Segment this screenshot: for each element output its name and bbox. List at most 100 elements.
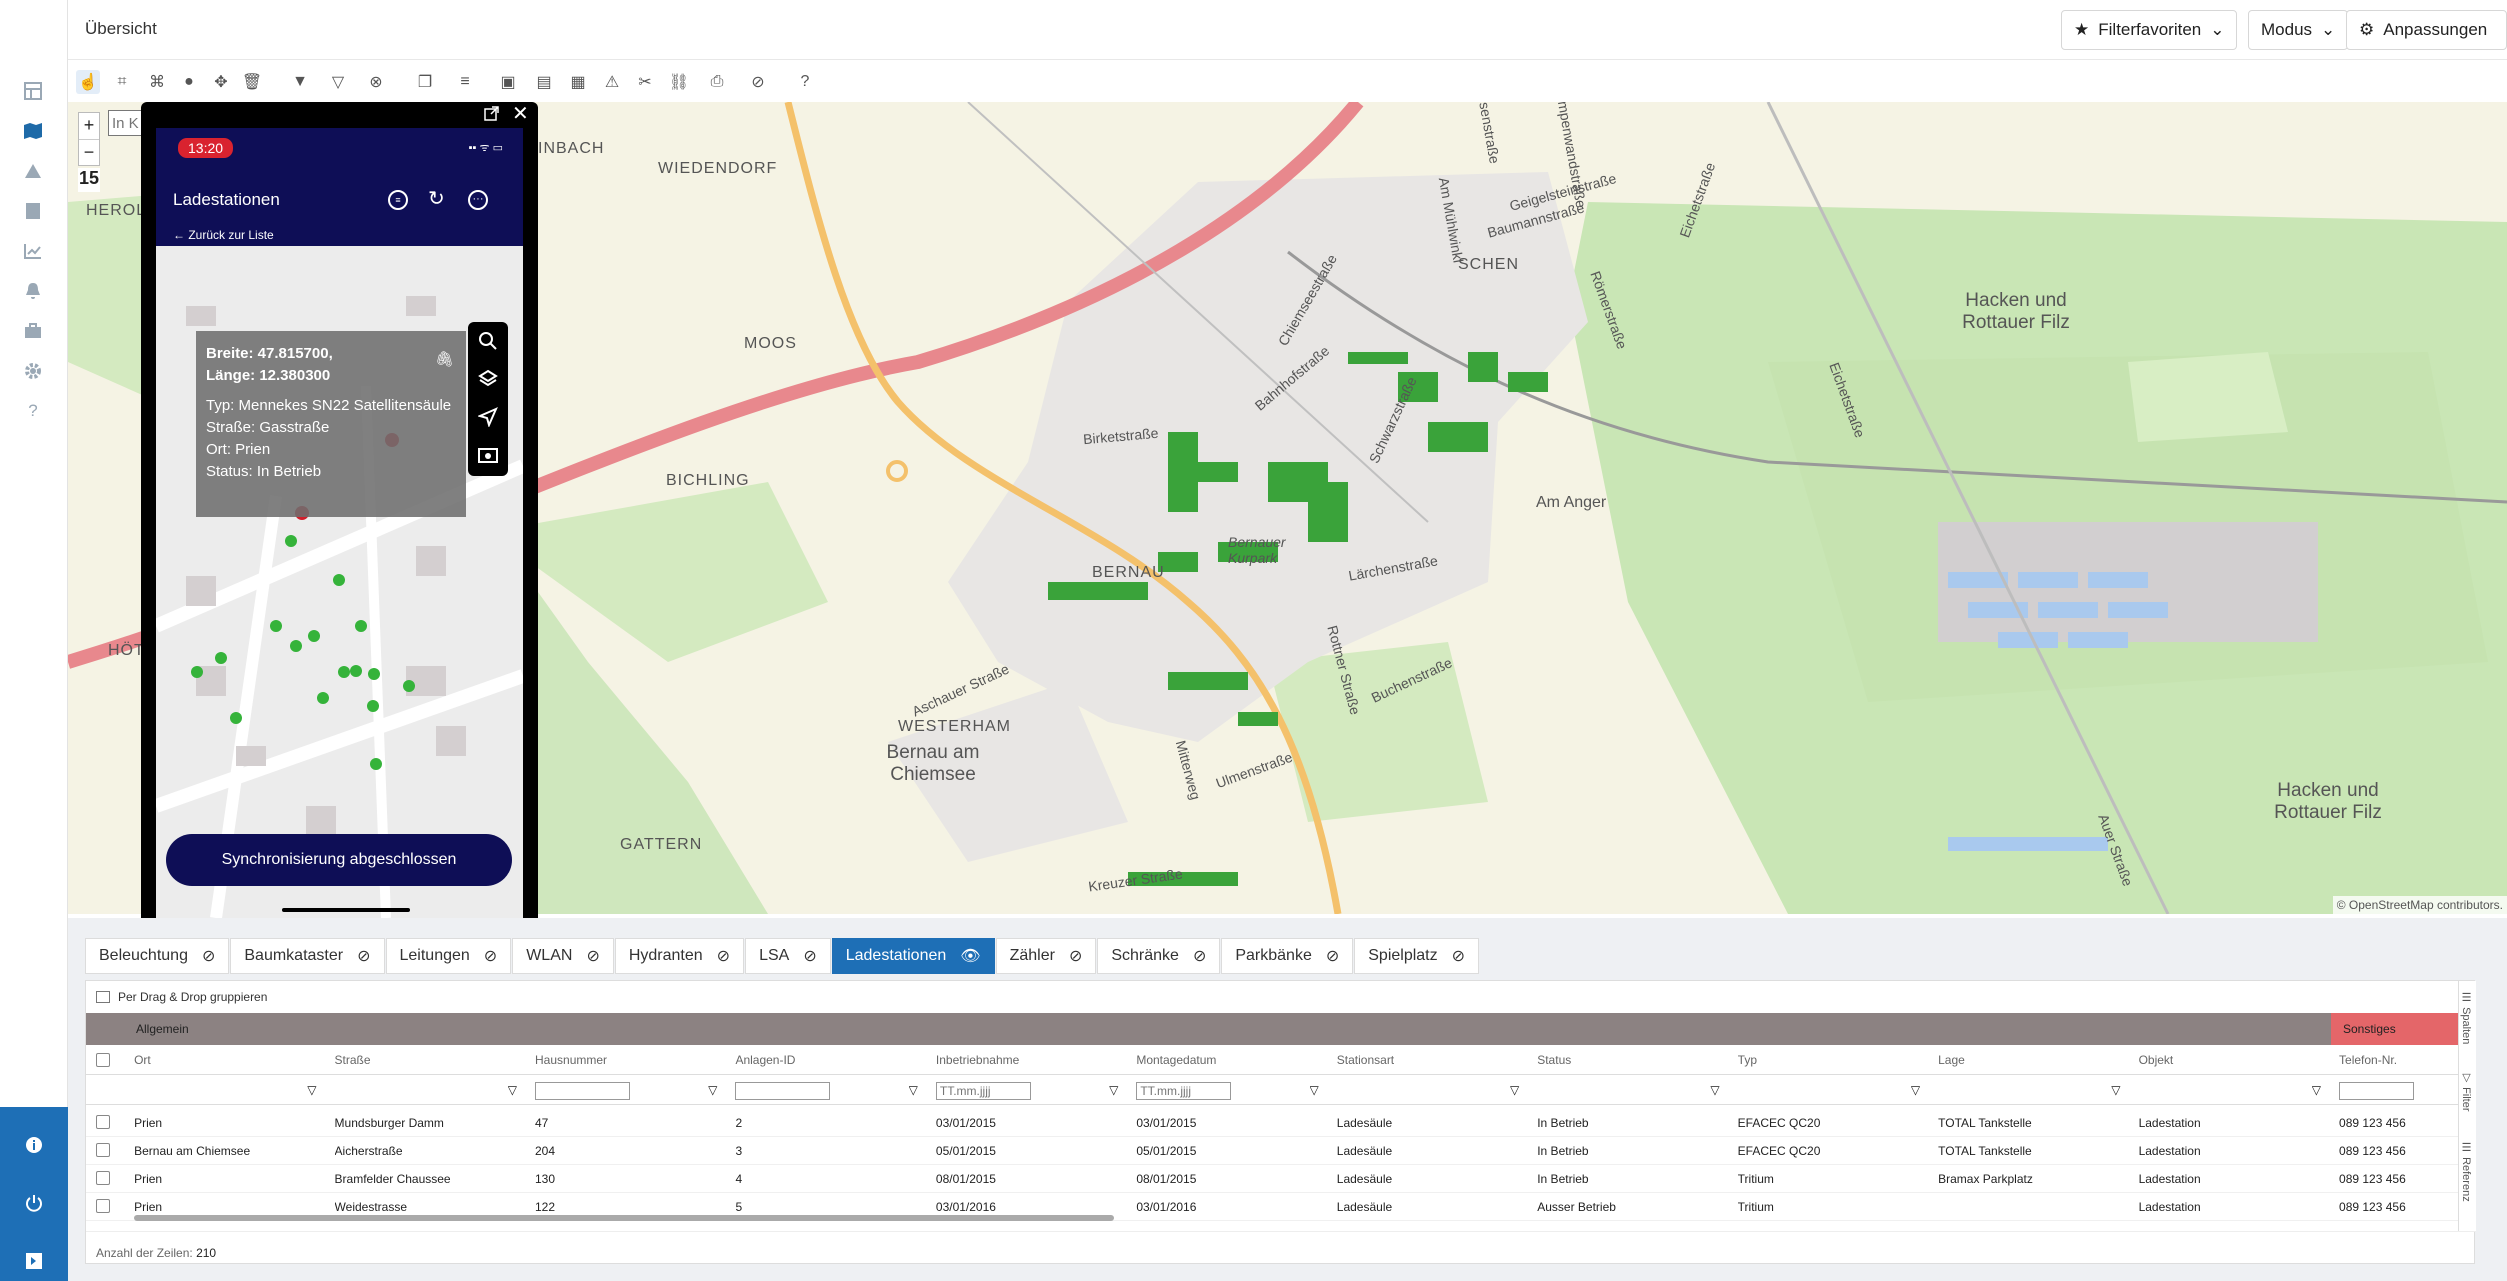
row-checkbox[interactable] [96,1171,110,1185]
scissors-icon[interactable]: ✂ [633,70,657,94]
link-icon[interactable]: ⛓ [667,70,691,94]
tab-schr-nke[interactable]: Schränke ⊘ [1097,938,1221,974]
filter-icon[interactable]: ▽ [708,1075,718,1105]
select-polygon-icon[interactable]: ⌘ [145,70,169,94]
logout-icon[interactable] [22,1249,46,1273]
tab-hydranten[interactable]: Hydranten ⊘ [614,938,745,974]
filter-circle-icon[interactable]: ≡ [388,190,408,210]
eye-off-icon[interactable]: ⊘ [357,946,370,966]
camera-icon[interactable] [468,436,508,474]
eye-off-icon[interactable]: ⊘ [484,946,497,966]
column-filter-input[interactable] [2339,1082,2415,1100]
table-row[interactable]: Prien Mundsburger Damm 47 2 03/01/2015 03/01/… [86,1109,2476,1137]
search-icon[interactable] [468,322,508,360]
bell-icon[interactable] [20,278,46,304]
move-icon[interactable]: ✥ [209,70,233,94]
column-filter-input[interactable] [735,1082,831,1100]
filter-icon[interactable]: ▽ [307,1075,317,1105]
eye-off-icon[interactable]: ⊘ [1069,946,1082,966]
tab-beleuchtung[interactable]: Beleuchtung ⊘ [85,938,230,974]
eye-off-icon[interactable]: ⊘ [202,946,215,966]
info-icon[interactable] [22,1133,46,1157]
column-header[interactable]: Status [1537,1045,1657,1075]
help-icon[interactable]: ? [793,70,817,94]
layers-icon[interactable] [468,360,508,398]
row-checkbox[interactable] [96,1199,110,1213]
tab-leitungen[interactable]: Leitungen ⊘ [385,938,512,974]
export-icon[interactable]: ▣ [496,70,520,94]
power-icon[interactable] [22,1191,46,1215]
tab-wlan[interactable]: WLAN ⊘ [512,938,614,974]
column-header[interactable]: Objekt [2139,1045,2259,1075]
tab-z-hler[interactable]: Zähler ⊘ [995,938,1097,974]
filter-icon[interactable]: ▽ [1510,1075,1520,1105]
warning-icon[interactable] [20,158,46,184]
close-icon[interactable]: ✕ [512,104,530,124]
help-icon[interactable]: ? [20,398,46,424]
zoom-in-button[interactable]: + [79,113,99,139]
horizontal-scrollbar[interactable] [134,1215,1114,1221]
group-drop-zone[interactable]: Per Drag & Drop gruppieren [86,981,2476,1013]
back-to-list[interactable]: ← Zurück zur Liste [173,228,274,242]
tab-baumkataster[interactable]: Baumkataster ⊘ [230,938,385,974]
tab-spielplatz[interactable]: Spielplatz ⊘ [1354,938,1480,974]
filter-icon[interactable]: ▽ [1310,1075,1320,1105]
pointer-icon[interactable]: ☝ [76,70,100,94]
column-header[interactable]: Typ [1738,1045,1858,1075]
popout-icon[interactable] [484,106,502,124]
column-header[interactable]: Ort [134,1045,254,1075]
briefcase-icon[interactable] [20,318,46,344]
map-icon[interactable] [20,118,46,144]
select-rect-icon[interactable]: ⌗ [110,70,134,94]
anpassungen-button[interactable]: ⚙ Anpassungen [2346,10,2507,50]
zoom-out-button[interactable]: − [79,139,99,165]
table-row[interactable]: Prien Bramfelder Chaussee 130 4 08/01/2015 08… [86,1165,2476,1193]
filter-icon[interactable]: ▼ [288,70,312,94]
refresh-icon[interactable]: ↻ [428,186,445,211]
columns-tool[interactable]: ☰ Spalten [2460,991,2473,1044]
locate-icon[interactable] [468,398,508,436]
filter-remove-icon[interactable]: ⊗ [364,70,388,94]
filter-icon[interactable]: ▽ [1710,1075,1720,1105]
filterfavoriten-button[interactable]: ★ Filterfavoriten ⌄ [2061,10,2238,50]
chart-icon[interactable] [20,238,46,264]
column-header[interactable]: Montagedatum [1136,1045,1256,1075]
print-icon[interactable]: ⎙ [705,70,729,94]
gear-icon[interactable] [20,358,46,384]
eye-off-icon[interactable]: ⊘ [803,946,816,966]
column-filter-input[interactable] [935,1082,1031,1100]
reference-tool[interactable]: ☰ Referenz [2460,1141,2473,1202]
row-checkbox[interactable] [96,1115,110,1129]
row-checkbox[interactable] [96,1143,110,1157]
alert-icon[interactable]: ⚠ [600,70,624,94]
filter-edit-icon[interactable]: ▽ [326,70,350,94]
eye-off-icon[interactable]: ⊘ [1452,946,1465,966]
more-icon[interactable]: ··· [468,190,488,210]
tab-parkb-nke[interactable]: Parkbänke ⊘ [1221,938,1354,974]
column-header[interactable]: Telefon-Nr. [2339,1045,2439,1075]
eye-off-icon[interactable]: ⊘ [1193,946,1206,966]
eye-off-icon[interactable]: ⊘ [717,946,730,966]
phone-map[interactable]: Breite: 47.815700, Länge: 12.380300 🖇 Ty… [156,246,523,918]
select-all-checkbox[interactable] [96,1053,110,1067]
column-filter-input[interactable] [1136,1082,1232,1100]
tab-ladestationen[interactable]: Ladestationen 👁 [831,938,995,974]
filter-icon[interactable]: ▽ [2312,1075,2322,1105]
tab-lsa[interactable]: LSA ⊘ [745,938,831,974]
list-icon[interactable]: ≡ [453,70,477,94]
filter-icon[interactable]: ▽ [1911,1075,1921,1105]
column-header[interactable]: Straße [335,1045,455,1075]
trash-icon[interactable]: ▤ [532,70,556,94]
column-header[interactable]: Anlagen-ID [735,1045,855,1075]
column-header[interactable]: Stationsart [1337,1045,1457,1075]
column-header[interactable]: Hausnummer [535,1045,655,1075]
document-icon[interactable]: ▦ [566,70,590,94]
column-filter-input[interactable] [535,1082,630,1100]
filter-icon[interactable]: ▽ [508,1075,518,1105]
attachment-icon[interactable]: ⊘ [746,70,770,94]
column-header[interactable]: Inbetriebnahme [936,1045,1056,1075]
filter-tool[interactable]: ▽ Filter [2460,1071,2473,1112]
book-icon[interactable] [20,198,46,224]
modus-button[interactable]: Modus ⌄ [2248,10,2349,50]
marker-icon[interactable]: ● [177,70,201,94]
